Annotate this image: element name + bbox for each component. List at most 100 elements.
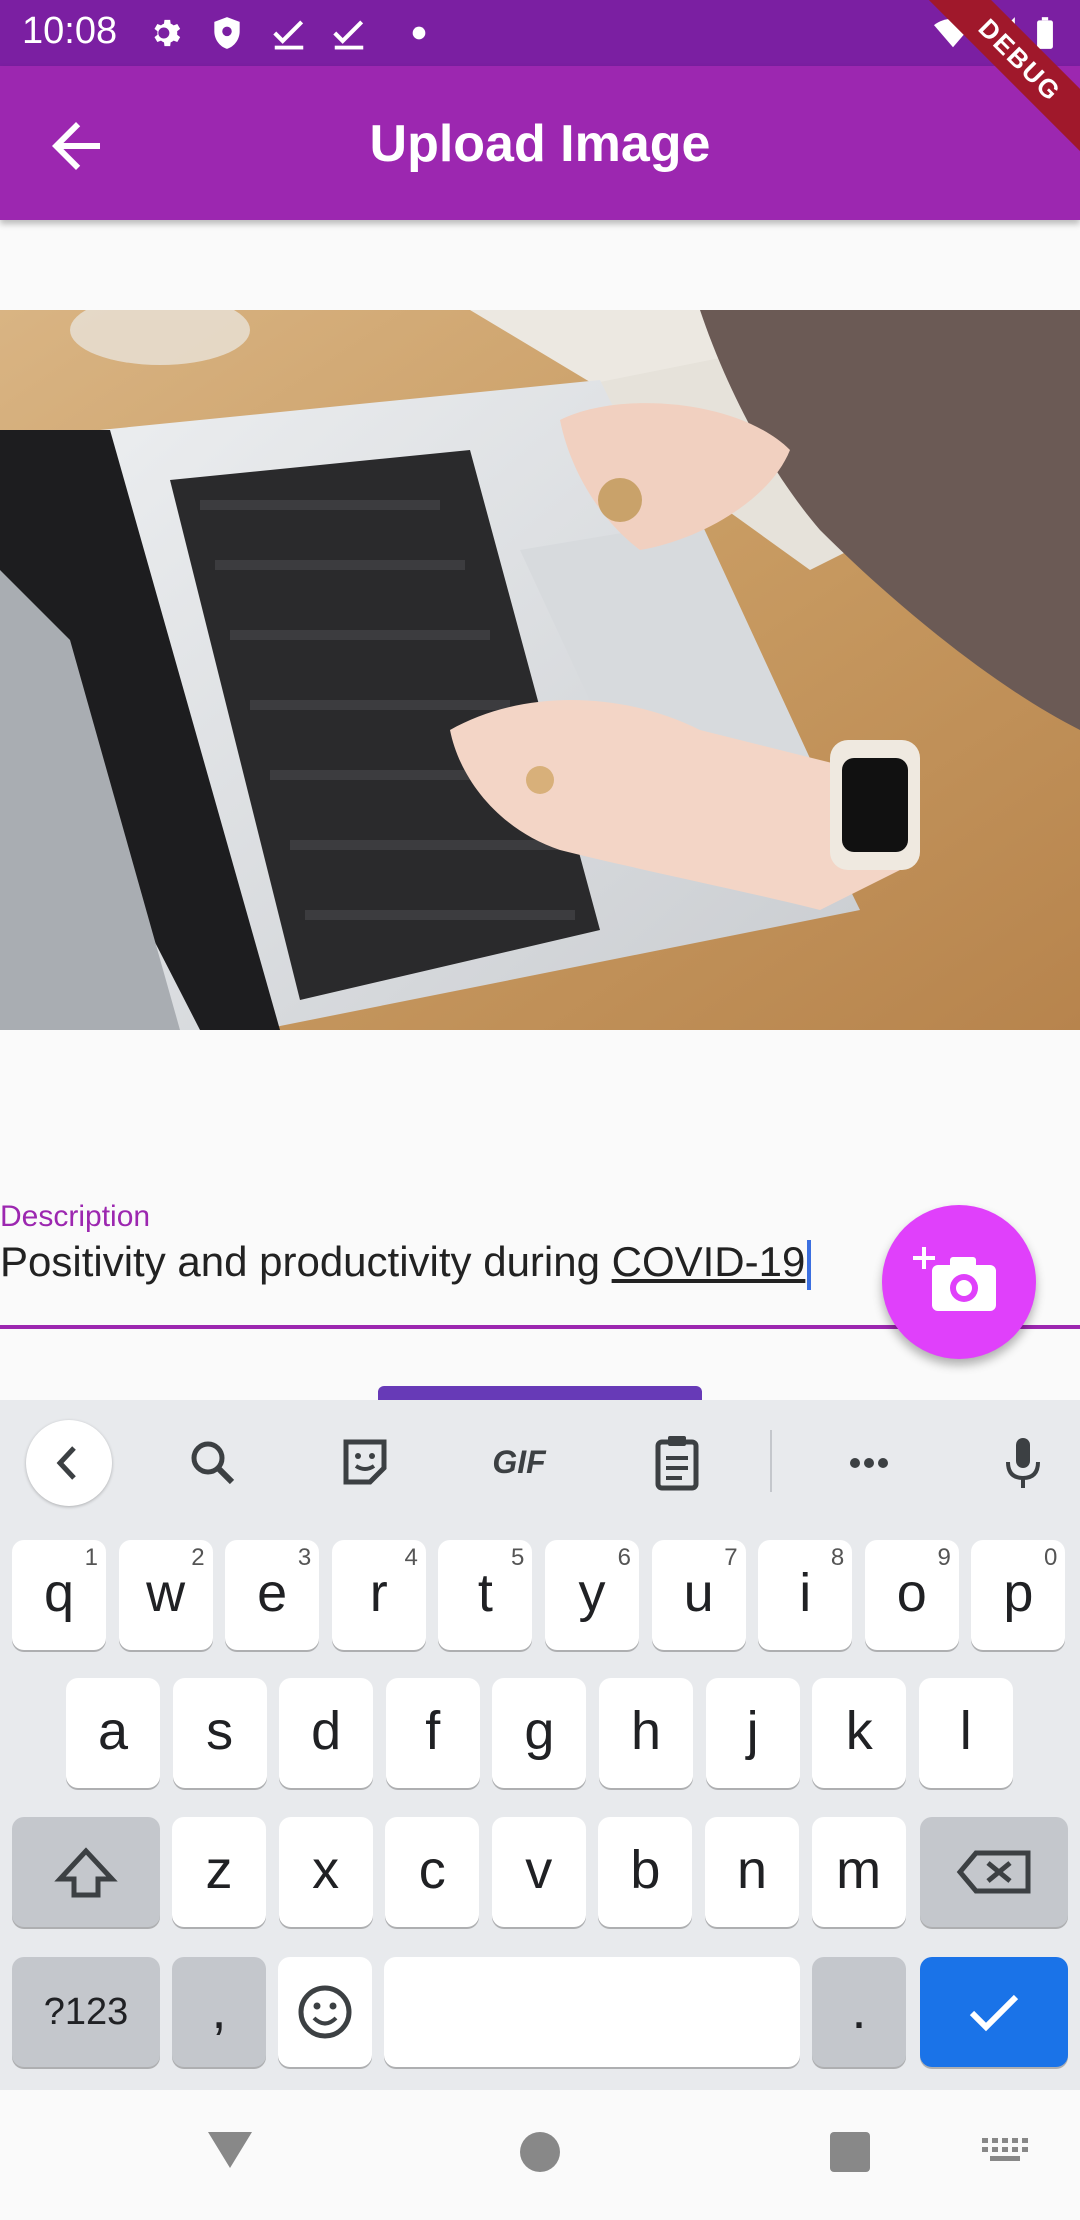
description-label: Description: [0, 1200, 151, 1233]
key-hint: 5: [511, 1544, 525, 1571]
photo-laptop-typing: [0, 310, 1080, 1030]
key-y[interactable]: y6: [545, 1540, 639, 1650]
key-l[interactable]: l: [918, 1678, 1013, 1788]
keyboard-switch-icon[interactable]: [976, 2130, 1036, 2170]
add-photo-button[interactable]: [882, 1205, 1036, 1359]
check-icon: [273, 20, 304, 50]
key-g[interactable]: g: [492, 1678, 587, 1788]
key-o[interactable]: o9: [864, 1540, 959, 1650]
key-x[interactable]: x: [278, 1817, 373, 1927]
selected-image: [0, 310, 1080, 1030]
key-label: f: [425, 1701, 441, 1761]
key-label: b: [630, 1840, 661, 1900]
key-label: k: [845, 1701, 873, 1761]
status-time: 10:08: [22, 10, 118, 52]
key-f[interactable]: f: [385, 1678, 480, 1788]
dot-icon: [412, 26, 426, 40]
check-icon: [333, 20, 364, 50]
key-hint: 1: [84, 1544, 98, 1571]
check-icon: [969, 1994, 1019, 2032]
description-input[interactable]: Positivity and productivity during COVID…: [0, 1238, 860, 1298]
key-label: x: [312, 1840, 340, 1900]
keyboard-sticker-button[interactable]: [322, 1420, 408, 1506]
key-m[interactable]: m: [811, 1817, 906, 1927]
key-p[interactable]: p0: [971, 1540, 1066, 1650]
backspace-key[interactable]: [920, 1817, 1068, 1927]
text-cursor: [807, 1239, 812, 1290]
key-q[interactable]: q1: [12, 1540, 106, 1650]
gif-icon: GIF: [492, 1444, 546, 1480]
done-key[interactable]: [920, 1957, 1068, 2067]
key-s[interactable]: s: [172, 1678, 267, 1788]
shift-icon: [54, 1847, 118, 1898]
keyboard-mic-button[interactable]: [980, 1420, 1066, 1506]
keyboard-clipboard-button[interactable]: [634, 1420, 720, 1506]
toolbar-divider: [770, 1430, 772, 1492]
key-z[interactable]: z: [172, 1817, 266, 1927]
key-b[interactable]: b: [598, 1817, 693, 1927]
signal-icon: [983, 17, 1015, 49]
key-n[interactable]: n: [705, 1817, 799, 1927]
key-hint: 0: [1044, 1544, 1058, 1571]
keyboard-search-button[interactable]: [170, 1420, 256, 1506]
more-horiz-icon: [850, 1458, 888, 1468]
sticker-icon: [343, 1439, 387, 1485]
key-k[interactable]: k: [812, 1678, 907, 1788]
space-key[interactable]: [384, 1957, 800, 2067]
key-hint: 2: [191, 1544, 205, 1571]
key-label: v: [525, 1840, 553, 1900]
key-v[interactable]: v: [491, 1817, 586, 1927]
key-label: c: [418, 1840, 446, 1900]
key-c[interactable]: c: [385, 1817, 480, 1927]
key-hint: 3: [297, 1544, 312, 1571]
back-triangle-icon[interactable]: [200, 2120, 260, 2180]
home-circle-icon[interactable]: [510, 2120, 570, 2180]
symbols-key[interactable]: ?123: [12, 1957, 160, 2067]
key-h[interactable]: h: [599, 1678, 693, 1788]
key-w[interactable]: w2: [118, 1540, 213, 1650]
navigation-bar: [0, 2090, 1080, 2220]
key-j[interactable]: j: [705, 1678, 800, 1788]
add-a-photo-icon: [913, 1247, 996, 1311]
key-label: s: [206, 1701, 234, 1761]
status-bar: 10:08: [0, 0, 1080, 66]
description-text: Positivity and productivity during: [0, 1238, 612, 1285]
key-label: m: [836, 1840, 882, 1900]
shield-icon: [214, 17, 240, 49]
shift-key[interactable]: [12, 1817, 160, 1927]
key-i[interactable]: i8: [758, 1540, 853, 1650]
key-hint: 6: [617, 1544, 631, 1571]
recents-square-icon[interactable]: [820, 2120, 880, 2180]
keyboard-gif-button[interactable]: GIF: [476, 1420, 562, 1506]
emoji-key[interactable]: [278, 1957, 372, 2067]
emoji-icon: [298, 1985, 352, 2039]
key-d[interactable]: d: [279, 1678, 374, 1788]
key-hint: 9: [937, 1544, 951, 1571]
clipboard-icon: [655, 1436, 699, 1491]
key-hint: 8: [830, 1544, 845, 1571]
key-label: l: [959, 1701, 972, 1761]
page-title: Upload Image: [369, 115, 711, 173]
keyboard-collapse-button[interactable]: [26, 1420, 112, 1506]
comma-key[interactable]: ,: [172, 1957, 266, 2067]
key-label: a: [97, 1701, 129, 1761]
key-e[interactable]: e3: [225, 1540, 320, 1650]
key-label: n: [736, 1840, 768, 1900]
gear-icon: [154, 19, 181, 47]
keyboard-more-button[interactable]: [826, 1420, 912, 1506]
period-key[interactable]: .: [812, 1957, 906, 2067]
key-hint: 4: [404, 1544, 418, 1571]
key-a[interactable]: a: [66, 1678, 160, 1788]
soft-keyboard: GIF q1w2e3r4t5y6u7i8o9p0 a s d f g h j k l z x c v b…: [0, 1400, 1080, 2090]
key-label: z: [205, 1840, 233, 1900]
search-icon: [191, 1441, 235, 1485]
description-composing-text: COVID-19: [611, 1238, 806, 1285]
key-u[interactable]: u7: [651, 1540, 746, 1650]
key-r[interactable]: r4: [331, 1540, 426, 1650]
wifi-icon: [934, 18, 972, 48]
period-key-label: .: [851, 1980, 867, 2040]
key-label: d: [311, 1701, 342, 1761]
key-t[interactable]: t5: [438, 1540, 533, 1650]
app-bar: Upload Image: [0, 66, 1080, 220]
key-hint: 7: [724, 1544, 738, 1571]
